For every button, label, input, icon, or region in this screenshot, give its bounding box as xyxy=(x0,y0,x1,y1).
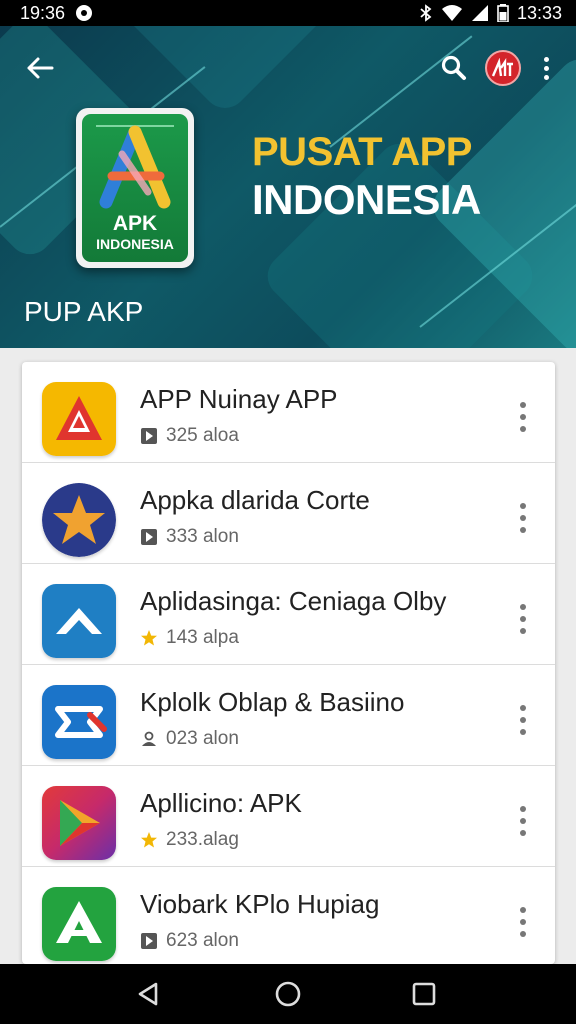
logo-text-indonesia: INDONESIA xyxy=(96,236,174,252)
play-store-icon xyxy=(140,427,158,445)
more-vert-icon xyxy=(520,705,526,711)
nav-recents-button[interactable] xyxy=(406,976,442,1012)
row-more-button[interactable] xyxy=(516,604,530,634)
app-name: Viobark KPlo Hupiag xyxy=(140,889,380,919)
star-icon xyxy=(140,831,158,849)
app-meta: 023 alon xyxy=(140,728,239,750)
app-download-count: 623 alon xyxy=(166,930,239,951)
list-item[interactable]: Apllicino: APK 233.alag xyxy=(22,766,555,867)
row-more-button[interactable] xyxy=(516,503,530,533)
app-download-count: 333 alon xyxy=(166,526,239,547)
app-download-count: 143 alpa xyxy=(166,627,239,648)
more-vert-icon xyxy=(520,402,526,408)
app-name: Kplolk Oblap & Basiino xyxy=(140,687,405,717)
app-name: Aplidasinga: Ceniaga Olby xyxy=(140,586,447,616)
row-more-button[interactable] xyxy=(516,907,530,937)
bluetooth-icon xyxy=(419,4,433,22)
app-meta: 333 alon xyxy=(140,526,239,548)
navigation-bar xyxy=(0,964,576,1024)
app-meta: 143 alpa xyxy=(140,627,239,649)
overflow-menu-button[interactable] xyxy=(532,50,560,86)
app-icon-star xyxy=(42,483,116,557)
user-icon xyxy=(140,730,158,748)
list-item[interactable]: Appka dlarida Corte 333 alon xyxy=(22,463,555,564)
back-arrow-icon xyxy=(27,57,54,79)
banner-title-line2: INDONESIA xyxy=(252,176,481,223)
app-logo: APK INDONESIA xyxy=(76,108,194,268)
nav-home-button[interactable] xyxy=(270,976,306,1012)
app-icon-red-a xyxy=(42,382,116,456)
app-icon-green-a xyxy=(42,887,116,961)
status-bar: 19:36 13:33 xyxy=(0,0,576,26)
app-list: APP Nuinay APP 325 aloa Appka dlarida Co… xyxy=(22,362,555,964)
list-item[interactable]: Viobark KPlo Hupiag 623 alon xyxy=(22,867,555,964)
banner-subtitle: PUP AKP xyxy=(24,296,144,327)
app-icon-play xyxy=(42,786,116,860)
square-recents-icon xyxy=(412,982,436,1006)
apk-a-icon xyxy=(96,125,174,209)
wifi-icon xyxy=(441,4,463,22)
notification-icon xyxy=(75,4,93,22)
app-name: APP Nuinay APP xyxy=(140,384,338,414)
app-name: Apllicino: APK xyxy=(140,788,302,818)
status-time-left: 19:36 xyxy=(20,2,66,23)
avatar[interactable] xyxy=(485,50,521,86)
search-button[interactable] xyxy=(436,50,472,86)
more-vert-icon xyxy=(520,604,526,610)
app-meta: 233.alag xyxy=(140,829,239,851)
logo-text-apk: APK xyxy=(112,212,158,235)
list-item[interactable]: APP Nuinay APP 325 aloa xyxy=(22,362,555,463)
more-vert-icon xyxy=(520,806,526,812)
app-meta: 325 aloa xyxy=(140,425,239,447)
row-more-button[interactable] xyxy=(516,705,530,735)
battery-icon xyxy=(497,4,509,22)
app-icon-blue-a xyxy=(42,584,116,658)
more-vert-icon xyxy=(543,56,549,62)
play-store-icon xyxy=(140,932,158,950)
app-name: Appka dlarida Corte xyxy=(140,485,370,515)
row-more-button[interactable] xyxy=(516,402,530,432)
banner-decoration xyxy=(118,26,332,118)
app-meta: 623 alon xyxy=(140,930,239,952)
more-vert-icon xyxy=(520,503,526,509)
signal-icon xyxy=(471,4,489,22)
row-more-button[interactable] xyxy=(516,806,530,836)
star-icon xyxy=(140,629,158,647)
list-item[interactable]: Kplolk Oblap & Basiino 023 alon xyxy=(22,665,555,766)
list-item[interactable]: Aplidasinga: Ceniaga Olby 143 alpa xyxy=(22,564,555,665)
status-time-right: 13:33 xyxy=(516,2,562,23)
triangle-back-icon xyxy=(138,982,158,1006)
app-download-count: 325 aloa xyxy=(166,425,239,446)
search-icon xyxy=(441,55,466,80)
circle-home-icon xyxy=(275,981,301,1007)
app-download-count: 023 alon xyxy=(166,728,239,749)
more-vert-icon xyxy=(520,907,526,913)
app-icon-blue-cross xyxy=(42,685,116,759)
profile-logo-icon xyxy=(491,58,513,77)
nav-back-button[interactable] xyxy=(130,976,166,1012)
banner-title-line1: PUSAT APP xyxy=(252,130,472,174)
play-store-icon xyxy=(140,528,158,546)
back-button[interactable] xyxy=(22,50,58,86)
header-banner: APK INDONESIA PUSAT APP INDONESIA PUP AK… xyxy=(0,26,576,348)
app-download-count: 233.alag xyxy=(166,829,239,850)
